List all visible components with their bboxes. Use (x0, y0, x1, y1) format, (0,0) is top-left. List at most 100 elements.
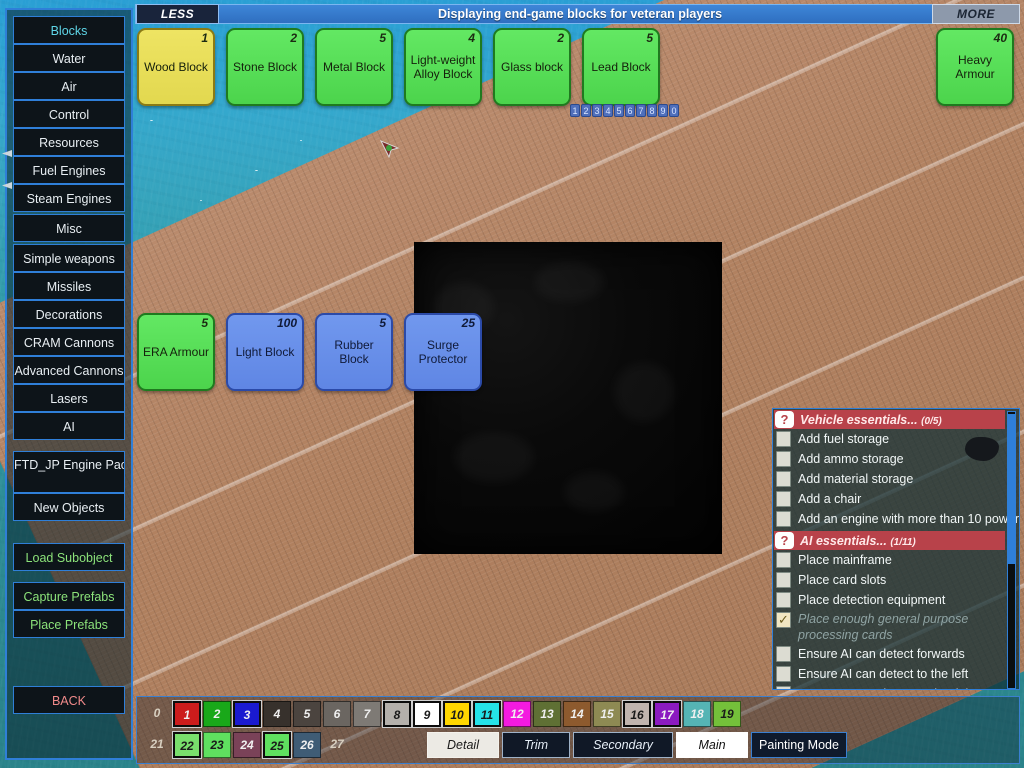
color-swatch-25[interactable]: 25 (263, 732, 291, 758)
checklist-item[interactable]: Add an engine with more than 10 power (774, 510, 1019, 530)
checkbox[interactable]: ✓ (776, 612, 791, 628)
sidebar-item-air[interactable]: Air (13, 72, 125, 100)
sidebar-item-blocks[interactable]: Blocks (13, 16, 125, 44)
checklist-group-title: Vehicle essentials... (0/5) (800, 413, 942, 427)
checkbox[interactable] (776, 666, 791, 682)
block-tile-surge-protector[interactable]: 25 Surge Protector (404, 313, 482, 391)
checklist-group-header[interactable]: ? AI essentials... (1/11) (774, 531, 1005, 550)
mode-button-main[interactable]: Main (676, 732, 748, 758)
sidebar-item-fuel-engines[interactable]: Fuel Engines (13, 156, 125, 184)
checklist-item[interactable]: Place mainframe (774, 551, 1005, 571)
load-subobject-button[interactable]: Load Subobject (13, 543, 125, 571)
checkbox[interactable] (776, 572, 791, 588)
back-button[interactable]: BACK (13, 686, 125, 714)
checklist-scroll-thumb[interactable] (1008, 414, 1015, 564)
checkbox[interactable] (776, 686, 791, 689)
checkbox[interactable] (776, 552, 791, 568)
color-swatch-22[interactable]: 22 (173, 732, 201, 758)
color-swatch-21[interactable]: 21 (143, 732, 171, 758)
block-tile-heavy-armour[interactable]: 40 Heavy Armour (936, 28, 1014, 106)
checklist-item[interactable]: ✓ Place enough general purpose processing… (774, 611, 1005, 645)
sidebar-item-control[interactable]: Control (13, 100, 125, 128)
mode-button-secondary[interactable]: Secondary (573, 732, 673, 758)
color-swatch-8[interactable]: 8 (383, 701, 411, 727)
color-swatch-6[interactable]: 6 (323, 701, 351, 727)
color-swatch-13[interactable]: 13 (533, 701, 561, 727)
sidebar-item-misc[interactable]: Misc (13, 214, 125, 242)
checklist-item[interactable]: Ensure AI can detect forwards (774, 645, 1005, 665)
checkbox[interactable] (776, 431, 791, 447)
color-swatch-27[interactable]: 27 (323, 732, 351, 758)
color-swatch-2[interactable]: 2 (203, 701, 231, 727)
checklist-item[interactable]: Add a chair (774, 490, 1005, 510)
sidebar-item-decorations[interactable]: Decorations (13, 300, 125, 328)
paint-mode-row[interactable]: Detail Trim Secondary Main Painting Mode (427, 732, 850, 758)
sidebar-pack-0[interactable]: FTD_JP Engine Pack MK-2 (13, 451, 125, 493)
sidebar-item-missiles[interactable]: Missiles (13, 272, 125, 300)
mode-button-detail[interactable]: Detail (427, 732, 499, 758)
color-swatch-9[interactable]: 9 (413, 701, 441, 727)
checklist-item[interactable]: Ensure AI can detect to the right (774, 685, 1005, 689)
capture-prefabs-button[interactable]: Capture Prefabs (13, 582, 125, 610)
block-tile-lead-block[interactable]: 5 Lead Block (582, 28, 660, 106)
checklist-item[interactable]: Place detection equipment (774, 591, 1005, 611)
place-prefabs-button[interactable]: Place Prefabs (13, 610, 125, 638)
checkbox[interactable] (776, 646, 791, 662)
mode-button-trim[interactable]: Trim (502, 732, 570, 758)
block-tile-glass-block[interactable]: 2 Glass block (493, 28, 571, 106)
block-tile-stone-block[interactable]: 2 Stone Block (226, 28, 304, 106)
mode-button-painting-mode[interactable]: Painting Mode (751, 732, 847, 758)
checklist-group-header[interactable]: ? Vehicle essentials... (0/5) (774, 410, 1005, 429)
color-swatch-19[interactable]: 19 (713, 701, 741, 727)
question-mark-icon[interactable]: ? (775, 532, 794, 549)
checkbox[interactable] (776, 451, 791, 467)
checklist-item[interactable]: Ensure AI can detect to the left (774, 665, 1005, 685)
checklist-item[interactable]: Place card slots (774, 571, 1005, 591)
block-tile-metal-block[interactable]: 5 Metal Block (315, 28, 393, 106)
color-swatch-17[interactable]: 17 (653, 701, 681, 727)
color-swatch-10[interactable]: 10 (443, 701, 471, 727)
block-tile-light-block[interactable]: 100 Light Block (226, 313, 304, 391)
color-swatch-23[interactable]: 23 (203, 732, 231, 758)
sidebar-item-water[interactable]: Water (13, 44, 125, 72)
sidebar-item-steam-engines[interactable]: Steam Engines (13, 184, 125, 212)
color-swatch-11[interactable]: 11 (473, 701, 501, 727)
color-swatch-15[interactable]: 15 (593, 701, 621, 727)
color-swatch-24[interactable]: 24 (233, 732, 261, 758)
color-swatch-5[interactable]: 5 (293, 701, 321, 727)
color-swatch-0[interactable]: 0 (143, 701, 171, 727)
sidebar-item-advanced-cannons[interactable]: Advanced Cannons (13, 356, 125, 384)
color-swatch-7[interactable]: 7 (353, 701, 381, 727)
color-swatch-1[interactable]: 1 (173, 701, 201, 727)
block-tile-light-weight-alloy-block[interactable]: 4 Light-weight Alloy Block (404, 28, 482, 106)
paint-toolbar[interactable]: 0 1 2 3 4 5 6 7 8 9 10 11 12 13 14 15 16 17 18 19 21 22 23 24 2… (136, 696, 1020, 764)
sidebar-pack-1[interactable]: New Objects (13, 493, 125, 521)
color-swatch-26[interactable]: 26 (293, 732, 321, 758)
sidebar-item-cram-cannons[interactable]: CRAM Cannons (13, 328, 125, 356)
less-button[interactable]: LESS (136, 4, 219, 24)
block-tile-era-armour[interactable]: 5 ERA Armour (137, 313, 215, 391)
category-sidebar[interactable]: Blocks Water Air Control Resources Fuel Engin… (2, 8, 133, 760)
color-swatch-3[interactable]: 3 (233, 701, 261, 727)
sidebar-item-ai[interactable]: AI (13, 412, 125, 440)
sidebar-item-lasers[interactable]: Lasers (13, 384, 125, 412)
block-tile-wood-block[interactable]: 1 Wood Block (137, 28, 215, 106)
sidebar-item-simple-weapons[interactable]: Simple weapons (13, 244, 125, 272)
question-mark-icon[interactable]: ? (775, 411, 794, 428)
color-swatch-12[interactable]: 12 (503, 701, 531, 727)
checklist-item[interactable]: Add material storage (774, 470, 1005, 490)
checkbox[interactable] (776, 592, 791, 608)
block-tile-rubber-block[interactable]: 5 Rubber Block (315, 313, 393, 391)
checkbox[interactable] (776, 511, 791, 527)
checkbox[interactable] (776, 491, 791, 507)
checklist-scrollbar[interactable] (1007, 411, 1016, 689)
more-button[interactable]: MORE (932, 4, 1020, 24)
color-swatch-row-2[interactable]: 21 22 23 24 25 26 27 (143, 732, 353, 758)
color-swatch-18[interactable]: 18 (683, 701, 711, 727)
color-swatch-14[interactable]: 14 (563, 701, 591, 727)
color-swatch-16[interactable]: 16 (623, 701, 651, 727)
color-swatch-4[interactable]: 4 (263, 701, 291, 727)
color-swatch-row-1[interactable]: 0 1 2 3 4 5 6 7 8 9 10 11 12 13 14 15 16 17 18 19 (143, 701, 743, 727)
checkbox[interactable] (776, 471, 791, 487)
sidebar-item-resources[interactable]: Resources (13, 128, 125, 156)
